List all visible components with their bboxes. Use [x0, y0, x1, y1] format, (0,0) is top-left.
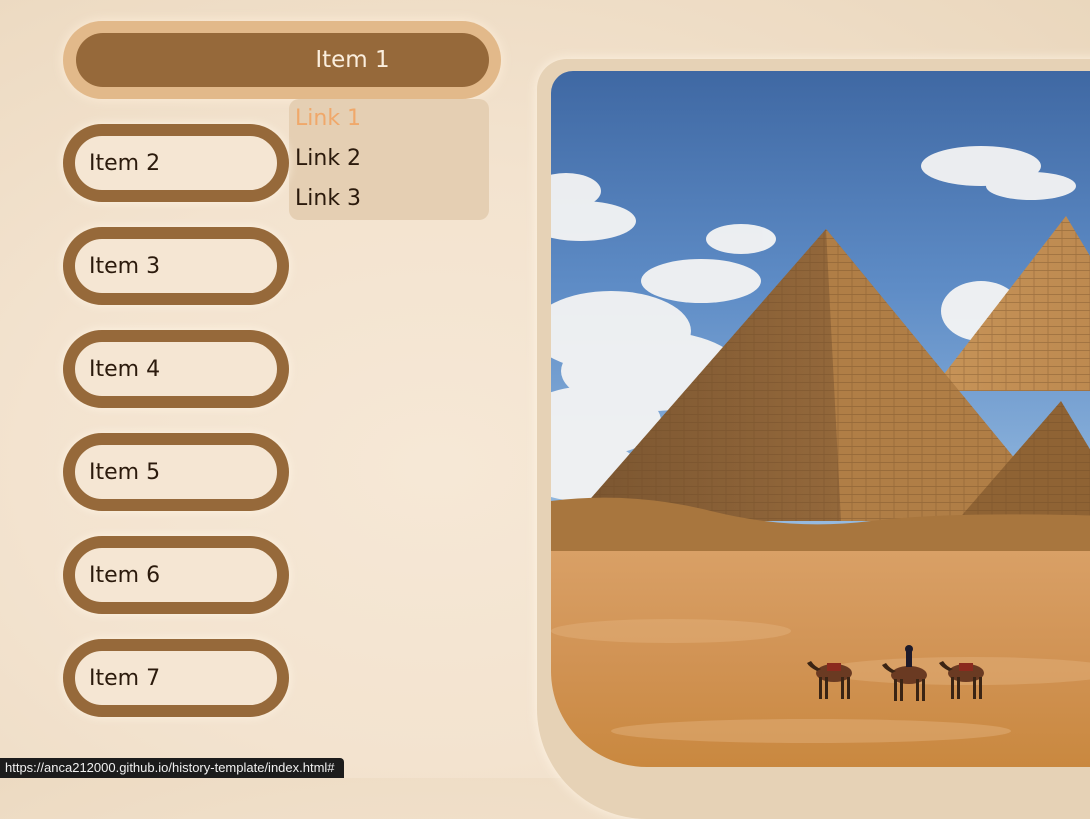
dropdown-link-2[interactable]: Link 2 [289, 145, 489, 185]
nav-item-6[interactable]: Item 6 [63, 536, 289, 614]
hero-image [551, 71, 1090, 767]
dropdown-link-1[interactable]: Link 1 [289, 105, 489, 145]
nav-item-4[interactable]: Item 4 [63, 330, 289, 408]
nav-item-5[interactable]: Item 5 [63, 433, 289, 511]
nav-item-1-label: Item 1 [76, 33, 489, 87]
nav-item-1[interactable]: Item 1 [63, 21, 501, 99]
nav-item-2[interactable]: Item 2 [63, 124, 289, 202]
dropdown-link-3[interactable]: Link 3 [289, 185, 489, 225]
nav-item-7[interactable]: Item 7 [63, 639, 289, 717]
status-bar-url: https://anca212000.github.io/history-tem… [0, 758, 344, 778]
dropdown-menu: Link 1 Link 2 Link 3 [289, 99, 489, 220]
nav-item-3[interactable]: Item 3 [63, 227, 289, 305]
